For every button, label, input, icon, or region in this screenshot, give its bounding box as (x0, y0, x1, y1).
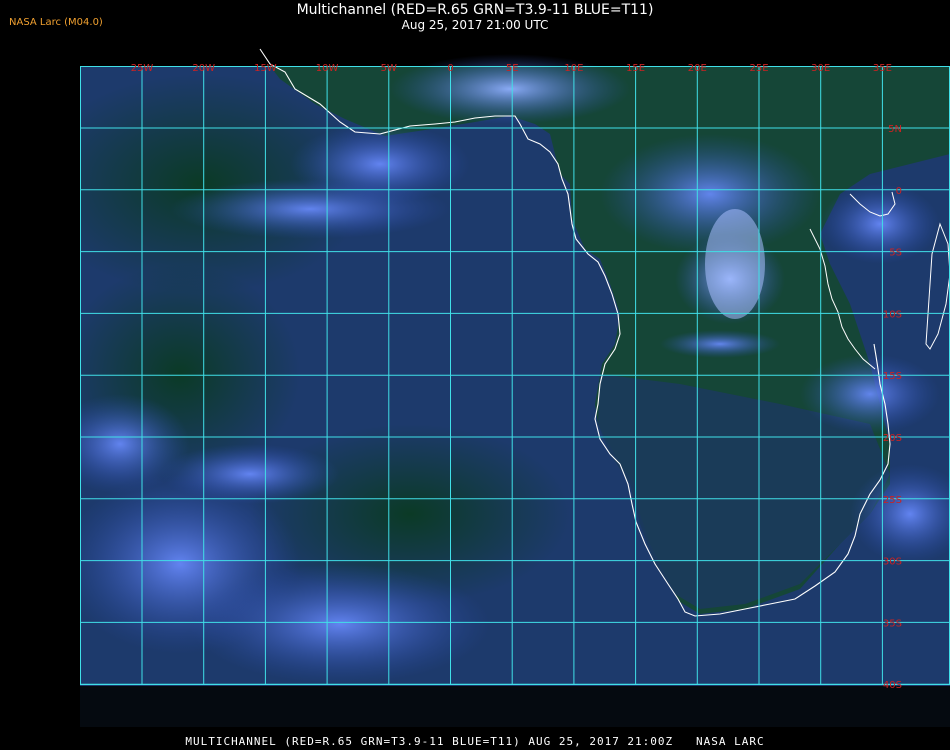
longitude-label: 0 (447, 63, 453, 74)
longitude-label: 20W (192, 63, 215, 74)
cloud-congo-core (705, 209, 765, 319)
satellite-map: 25W 20W 15W 10W 5W 0 5E 10E 15E 20E 25E 30E 35E 5N 0 5… (80, 44, 950, 727)
cloud-atlantic-band (170, 179, 450, 239)
map-bottom-band (80, 686, 950, 727)
satellite-image: 25W 20W 15W 10W 5W 0 5E 10E 15E 20E 25E 30E 35E 5N 0 5… (80, 48, 950, 727)
latitude-label: 25S (883, 495, 902, 506)
longitude-label: 15W (254, 63, 277, 74)
longitude-label: 15E (626, 63, 645, 74)
longitude-label: 10E (564, 63, 583, 74)
image-footer-caption: MULTICHANNEL (RED=R.65 GRN=T3.9-11 BLUE=… (185, 735, 765, 748)
longitude-label: 5E (506, 63, 519, 74)
cloud-south-atlantic-4 (160, 444, 340, 504)
cloud-ocean-streak (660, 330, 780, 358)
latitude-label: 10S (883, 309, 902, 320)
latitude-label: 20S (883, 433, 902, 444)
latitude-label: 0 (896, 186, 902, 197)
cloud-south-atlantic-2 (190, 564, 490, 684)
latitude-label: 15S (883, 371, 902, 382)
longitude-label: 25W (131, 63, 154, 74)
latitude-label: 5S (889, 248, 902, 259)
longitude-label: 25E (749, 63, 768, 74)
image-title: Multichannel (RED=R.65 GRN=T3.9-11 BLUE=… (296, 2, 654, 18)
longitude-label: 5W (381, 63, 397, 74)
latitude-label: 30S (883, 557, 902, 568)
latitude-label: 5N (888, 124, 902, 135)
longitude-label: 10W (316, 63, 339, 74)
longitude-label: 20E (688, 63, 707, 74)
latitude-label: 35S (883, 618, 902, 629)
longitude-label: 30E (811, 63, 830, 74)
latitude-label: 40S (883, 680, 902, 691)
longitude-label: 35E (873, 63, 892, 74)
image-timestamp: Aug 25, 2017 21:00 UTC (401, 18, 549, 32)
